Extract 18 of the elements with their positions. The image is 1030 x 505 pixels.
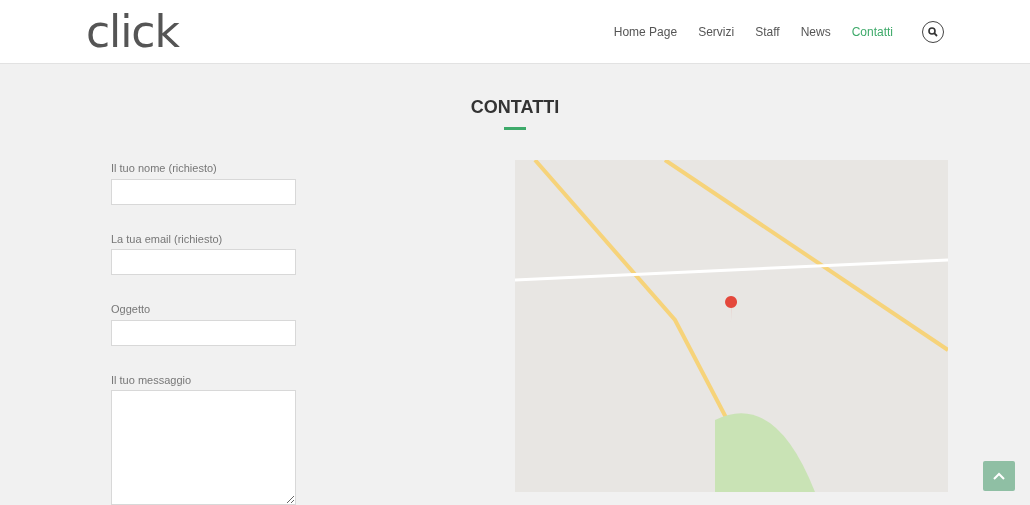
message-field[interactable]: [111, 390, 296, 505]
field-label: La tua email (richiesto): [111, 231, 224, 247]
input-field[interactable]: [111, 178, 296, 205]
field-label: Il tuo nome (richiesto): [111, 161, 218, 176]
nav-link[interactable]: Servizi: [698, 22, 735, 41]
nav-link[interactable]: Home Page: [613, 22, 678, 41]
nav-link[interactable]: News: [800, 22, 831, 41]
map-placeholder[interactable]: [515, 160, 948, 492]
input-field[interactable]: [111, 319, 296, 346]
chevron-up-icon: [993, 472, 1005, 480]
logo[interactable]: click: [86, 9, 179, 54]
page-title: CONTATTI: [470, 96, 560, 119]
field-label: Il tuo messaggio: [111, 372, 193, 388]
input-field[interactable]: [111, 249, 296, 275]
field-label: Oggetto: [111, 302, 152, 317]
back-to-top-button[interactable]: [983, 461, 1015, 491]
nav-link[interactable]: Staff: [755, 22, 780, 41]
search-icon: [928, 26, 938, 37]
